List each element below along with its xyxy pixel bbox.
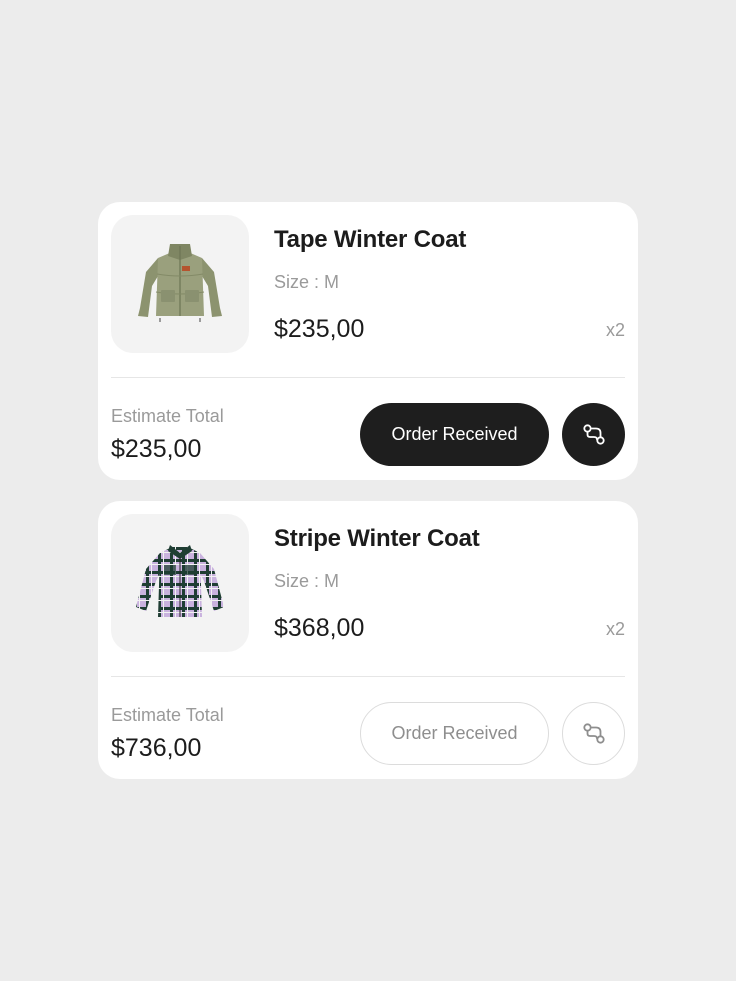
track-order-button[interactable] (562, 403, 625, 466)
estimate-total-label: Estimate Total (111, 705, 224, 725)
order-card: Stripe Winter Coat Size : M $368,00 x2 E… (98, 501, 638, 779)
estimate-total-value: $736,00 (111, 734, 202, 762)
product-price: $368,00 (274, 614, 365, 642)
product-name: Stripe Winter Coat (274, 525, 480, 552)
route-track-icon (582, 722, 605, 744)
product-thumbnail[interactable] (111, 514, 249, 652)
order-received-button[interactable]: Order Received (360, 403, 549, 466)
product-price: $235,00 (274, 315, 365, 343)
lilac-plaid-jacket-image (136, 545, 224, 617)
track-order-button[interactable] (562, 702, 625, 765)
order-received-button[interactable]: Order Received (360, 702, 549, 765)
estimate-total-label: Estimate Total (111, 406, 224, 426)
route-track-icon (582, 423, 605, 445)
estimate-total-value: $235,00 (111, 435, 202, 463)
product-name: Tape Winter Coat (274, 226, 467, 253)
product-quantity: x2 (605, 619, 625, 639)
divider (111, 377, 625, 378)
divider (111, 676, 625, 677)
olive-puffer-jacket-image (138, 244, 222, 322)
product-size: Size : M (274, 571, 340, 591)
product-thumbnail[interactable] (111, 215, 249, 353)
product-size: Size : M (274, 272, 340, 292)
product-quantity: x2 (605, 320, 625, 340)
order-card: Tape Winter Coat Size : M $235,00 x2 Est… (98, 202, 638, 480)
